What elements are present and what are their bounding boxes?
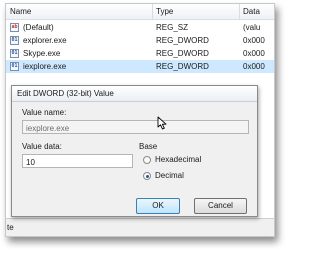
value-name-field: iexplore.exe [22, 120, 249, 134]
column-header-type[interactable]: Type [156, 7, 173, 16]
dialog-titlebar[interactable]: Edit DWORD (32-bit) Value [12, 86, 257, 102]
pointer-cursor-icon [157, 116, 167, 130]
status-bar: te [6, 218, 274, 236]
value-data: (valu [243, 23, 261, 32]
table-row[interactable]: ab (Default) REG_SZ (valu [6, 21, 274, 34]
table-row[interactable]: 01 Skype.exe REG_DWORD 0x000 [6, 47, 274, 60]
status-text: te [7, 223, 14, 232]
value-name-text: iexplore.exe [26, 124, 70, 133]
column-header-data[interactable]: Data [243, 7, 260, 16]
value-data-label: Value data: [22, 142, 62, 151]
decimal-label[interactable]: Decimal [155, 171, 184, 180]
cancel-button-label: Cancel [208, 201, 233, 210]
value-name: (Default) [23, 23, 54, 32]
binary-value-icon: 01 [10, 62, 19, 71]
value-type: REG_DWORD [156, 62, 209, 71]
binary-value-icon: 01 [10, 49, 19, 58]
value-data: 0x000 [243, 62, 265, 71]
value-type: REG_DWORD [156, 49, 209, 58]
value-name: explorer.exe [23, 36, 67, 45]
value-name: iexplore.exe [23, 62, 67, 71]
hexadecimal-radio[interactable] [143, 156, 151, 164]
cancel-button[interactable]: Cancel [194, 198, 247, 214]
column-divider[interactable] [152, 4, 153, 19]
value-data: 0x000 [243, 36, 265, 45]
radio-selected-dot [145, 174, 149, 178]
table-row[interactable]: 01 iexplore.exe REG_DWORD 0x000 [6, 60, 274, 73]
column-header-name[interactable]: Name [10, 7, 31, 16]
table-row[interactable]: 01 explorer.exe REG_DWORD 0x000 [6, 34, 274, 47]
value-data-input[interactable]: 10 [22, 154, 133, 168]
hexadecimal-label[interactable]: Hexadecimal [155, 155, 201, 164]
value-name-label: Value name: [22, 108, 67, 117]
value-type: REG_DWORD [156, 36, 209, 45]
edit-dword-dialog: Edit DWORD (32-bit) Value Value name: ie… [11, 85, 258, 217]
string-value-icon: ab [10, 23, 19, 32]
value-name: Skype.exe [23, 49, 61, 58]
dialog-title: Edit DWORD (32-bit) Value [17, 89, 114, 98]
table-header: Name Type Data [6, 4, 274, 20]
binary-value-icon: 01 [10, 36, 19, 45]
base-group-label: Base [139, 142, 158, 151]
decimal-radio[interactable] [143, 172, 151, 180]
ok-button[interactable]: OK [136, 198, 180, 214]
column-divider[interactable] [239, 4, 240, 19]
value-data-text: 10 [26, 158, 35, 167]
value-type: REG_SZ [156, 23, 189, 32]
ok-button-label: OK [152, 201, 164, 210]
value-data: 0x000 [243, 49, 265, 58]
